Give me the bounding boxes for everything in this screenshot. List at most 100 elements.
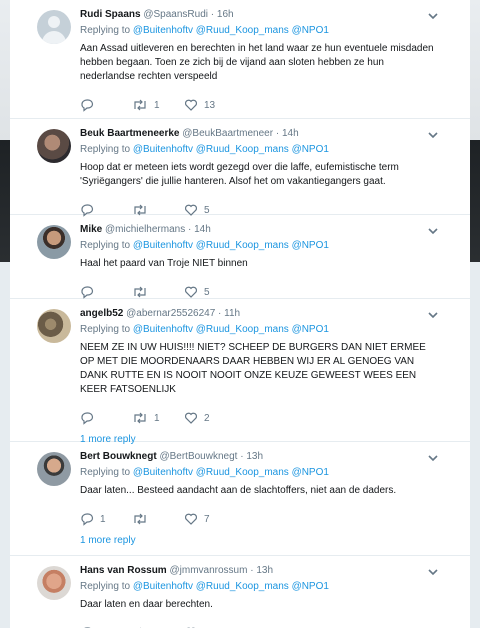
replying-to: Replying to @Buitenhoftv @Ruud_Koop_mans… [80,25,329,36]
tweet-text: Aan Assad uitleveren en berechten in het… [80,43,434,82]
avatar[interactable] [37,309,71,343]
mention-link[interactable]: @Ruud_Koop_mans [196,467,289,478]
mention-link[interactable]: @Buitenhoftv [133,581,193,592]
tweet-actions: 1 7 [80,506,456,532]
mention-link[interactable]: @NPO1 [292,581,329,592]
tweet[interactable]: Mike @michielhermans · 14h Replying to @… [10,215,470,299]
avatar[interactable] [37,225,71,259]
replying-to: Replying to @Buitenhoftv @Ruud_Koop_mans… [80,581,329,592]
retweet-icon [134,99,146,111]
mention-link[interactable]: @Ruud_Koop_mans [196,324,289,335]
tweet-header: Beuk Baartmeneerke @BeukBaartmeneer · 14… [80,128,299,139]
avatar[interactable] [37,10,71,44]
tweet-actions: 1 2 [80,405,456,431]
timestamp[interactable]: 13h [256,565,273,576]
mention-link[interactable]: @Buitenhoftv [133,144,193,155]
chevron-down-icon[interactable] [426,451,440,465]
avatar[interactable] [37,452,71,486]
retweet-button[interactable] [132,512,184,526]
like-icon [185,286,197,298]
chevron-down-icon[interactable] [426,9,440,23]
display-name[interactable]: Bert Bouwknegt [80,451,157,462]
tweet-text: Haal het paard van Troje NIET binnen [80,258,248,269]
replying-to: Replying to @Buitenhoftv @Ruud_Koop_mans… [80,144,329,155]
handle[interactable]: @michielhermans [105,224,185,235]
reply-button[interactable]: 1 [80,512,132,526]
retweet-button[interactable]: 1 [132,98,184,112]
timestamp[interactable]: 16h [217,9,234,20]
mention-link[interactable]: @NPO1 [292,25,329,36]
more-replies-link[interactable]: 1 more reply [80,532,456,556]
like-button[interactable]: 13 [184,98,236,112]
like-button[interactable]: 2 [184,411,236,425]
mention-link[interactable]: @NPO1 [292,324,329,335]
replies-feed: Rudi Spaans @SpaansRudi · 16h Replying t… [10,0,470,628]
handle[interactable]: @BertBouwknegt [159,451,237,462]
reply-icon [81,99,94,112]
reply-button[interactable] [80,98,132,112]
display-name[interactable]: Beuk Baartmeneerke [80,128,180,139]
mention-link[interactable]: @Buitenhoftv [133,467,193,478]
timestamp[interactable]: 14h [282,128,299,139]
tweet[interactable]: Rudi Spaans @SpaansRudi · 16h Replying t… [10,0,470,119]
timestamp[interactable]: 11h [224,308,240,319]
mention-link[interactable]: @Ruud_Koop_mans [196,144,289,155]
timestamp[interactable]: 14h [194,224,211,235]
mention-link[interactable]: @Buitenhoftv [133,324,193,335]
mention-link[interactable]: @Ruud_Koop_mans [196,240,289,251]
handle[interactable]: @abernar25526247 [126,308,215,319]
tweet-text: Daar laten... Besteed aandacht aan de sl… [80,485,397,496]
reply-button[interactable] [80,411,132,425]
retweet-icon [134,412,146,424]
mention-link[interactable]: @NPO1 [292,144,329,155]
mention-link[interactable]: @Ruud_Koop_mans [196,25,289,36]
mention-link[interactable]: @Ruud_Koop_mans [196,581,289,592]
tweet-text: NEEM ZE IN UW HUIS!!!! NIET? SCHEEP DE B… [80,342,426,395]
avatar[interactable] [37,566,71,600]
tweet-actions: 1 13 [80,92,456,118]
reply-button[interactable] [80,285,132,299]
tweet-header: Mike @michielhermans · 14h [80,224,211,235]
replying-to: Replying to @Buitenhoftv @Ruud_Koop_mans… [80,324,329,335]
retweet-button[interactable] [132,285,184,299]
avatar[interactable] [37,129,71,163]
tweet[interactable]: angelb52 @abernar25526247 · 11h Replying… [10,299,470,445]
handle[interactable]: @BeukBaartmeneer [182,128,273,139]
mention-link[interactable]: @Buitenhoftv [133,240,193,251]
like-icon [185,412,197,424]
retweet-button[interactable]: 1 [132,411,184,425]
display-name[interactable]: Mike [80,224,102,235]
chevron-down-icon[interactable] [426,308,440,322]
tweet-header: Hans van Rossum @jmmvanrossum · 13h [80,565,274,576]
mention-link[interactable]: @NPO1 [292,240,329,251]
tweet-header: Bert Bouwknegt @BertBouwknegt · 13h [80,451,264,462]
replying-to: Replying to @Buitenhoftv @Ruud_Koop_mans… [80,467,329,478]
handle[interactable]: @SpaansRudi [143,9,208,20]
display-name[interactable]: angelb52 [80,308,123,319]
like-icon [185,513,197,525]
chevron-down-icon[interactable] [426,128,440,142]
tweet[interactable]: Beuk Baartmeneerke @BeukBaartmeneer · 14… [10,119,470,217]
mention-link[interactable]: @NPO1 [292,467,329,478]
reply-icon [81,412,94,425]
chevron-down-icon[interactable] [426,224,440,238]
handle[interactable]: @jmmvanrossum [169,565,247,576]
tweet[interactable]: Hans van Rossum @jmmvanrossum · 13h Repl… [10,556,470,628]
reply-icon [81,286,94,299]
tweet-actions [80,620,456,628]
timestamp[interactable]: 13h [246,451,263,462]
replying-to: Replying to @Buitenhoftv @Ruud_Koop_mans… [80,240,329,251]
like-button[interactable]: 7 [184,512,236,526]
tweet-text: Daar laten en daar berechten. [80,599,213,610]
tweet-text: Hoop dat er meteen iets wordt gezegd ove… [80,162,399,187]
tweet-header: angelb52 @abernar25526247 · 11h [80,308,241,319]
retweet-icon [134,286,146,298]
reply-icon [81,513,94,526]
chevron-down-icon[interactable] [426,565,440,579]
tweet[interactable]: Bert Bouwknegt @BertBouwknegt · 13h Repl… [10,442,470,556]
tweet-header: Rudi Spaans @SpaansRudi · 16h [80,9,234,20]
like-button[interactable]: 5 [184,285,236,299]
mention-link[interactable]: @Buitenhoftv [133,25,193,36]
display-name[interactable]: Hans van Rossum [80,565,167,576]
display-name[interactable]: Rudi Spaans [80,9,141,20]
